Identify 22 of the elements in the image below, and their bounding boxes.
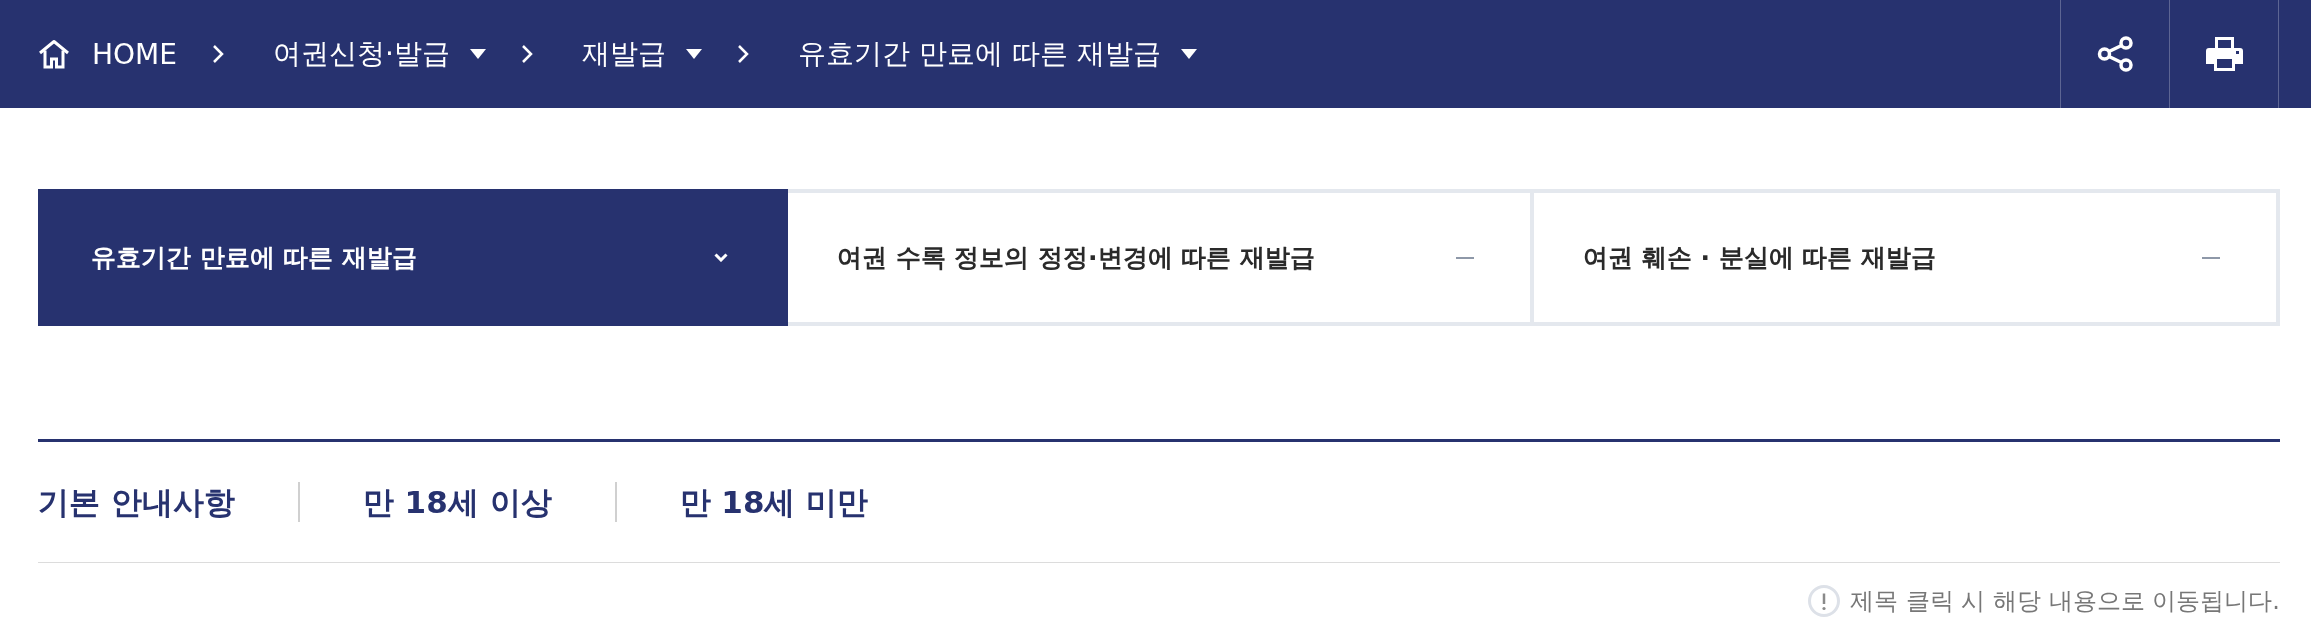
breadcrumb-dropdown[interactable]: 유효기간 만료에 따른 재발급	[797, 35, 1197, 73]
home-link[interactable]: HOME	[38, 37, 177, 71]
chevron-down-icon	[714, 253, 728, 262]
breadcrumb-dropdown[interactable]: 재발급	[581, 35, 702, 73]
chevron-right-icon	[520, 44, 533, 64]
chevron-right-icon	[736, 44, 749, 64]
caret-down-icon	[469, 49, 486, 59]
dash-icon	[1456, 256, 1474, 259]
caret-down-icon	[1180, 49, 1197, 59]
section-link[interactable]: 만 18세 미만	[614, 482, 932, 522]
notice-text: 제목 클릭 시 해당 내용으로 이동됩니다.	[1850, 586, 2280, 617]
section-link[interactable]: 만 18세 이상	[297, 482, 615, 522]
home-icon	[38, 39, 70, 69]
alert-icon	[1808, 585, 1841, 617]
dash-icon	[2202, 256, 2220, 259]
tab[interactable]: 유효기간 만료에 따른 재발급	[38, 189, 788, 326]
print-icon	[2205, 36, 2243, 72]
section-link[interactable]: 기본 안내사항	[38, 482, 298, 522]
chevron-right-icon	[211, 44, 224, 64]
breadcrumb-dropdown[interactable]: 여권신청·발급	[272, 35, 486, 73]
caret-down-icon	[685, 49, 702, 59]
share-icon	[2096, 36, 2134, 72]
